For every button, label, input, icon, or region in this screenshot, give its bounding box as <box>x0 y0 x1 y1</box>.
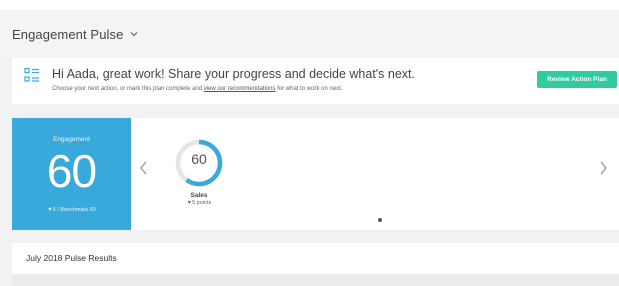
engagement-pulse-dropdown[interactable]: Engagement Pulse <box>12 27 139 42</box>
banner-headline: Hi Aada, great work! Share your progress… <box>52 67 416 81</box>
engagement-score: 60 <box>46 145 97 197</box>
spacer <box>0 105 619 118</box>
engagement-label: Engagement <box>53 136 90 143</box>
banner-subtext: Choose your next action, or mark this pl… <box>52 86 342 92</box>
carousel-page-dot[interactable] <box>378 218 382 222</box>
action-plan-banner: Hi Aada, great work! Share your progress… <box>12 58 619 105</box>
top-strip <box>0 0 619 10</box>
sales-score: 60 <box>191 151 207 167</box>
sales-label: Sales <box>190 192 208 199</box>
page-header: Engagement Pulse <box>0 10 619 58</box>
chevron-right-icon[interactable] <box>597 158 609 178</box>
view-recommendations-link[interactable]: view our recommendations <box>204 86 276 92</box>
sales-delta: ▼5 points <box>186 200 212 206</box>
bottom-area <box>12 274 619 286</box>
review-action-plan-button[interactable]: Review Action Plan <box>537 71 617 88</box>
pulse-results-section: July 2018 Pulse Results <box>12 243 619 274</box>
plan-list-icon <box>24 67 39 82</box>
engagement-card: Engagement 60 ▼5 / Benchmark 69 60 Sales… <box>12 118 619 230</box>
banner-subtext-end: for what to work on next. <box>275 86 343 92</box>
spacer <box>0 231 619 243</box>
engagement-benchmark: ▼5 / Benchmark 69 <box>47 207 96 213</box>
engagement-score-tile: Engagement 60 ▼5 / Benchmark 69 <box>12 118 131 230</box>
chevron-left-icon[interactable] <box>138 158 150 178</box>
pulse-results-title: July 2018 Pulse Results <box>26 253 117 263</box>
page-title: Engagement Pulse <box>12 26 124 42</box>
chevron-down-icon <box>131 32 138 37</box>
banner-subtext-start: Choose your next action, or mark this pl… <box>52 86 204 92</box>
